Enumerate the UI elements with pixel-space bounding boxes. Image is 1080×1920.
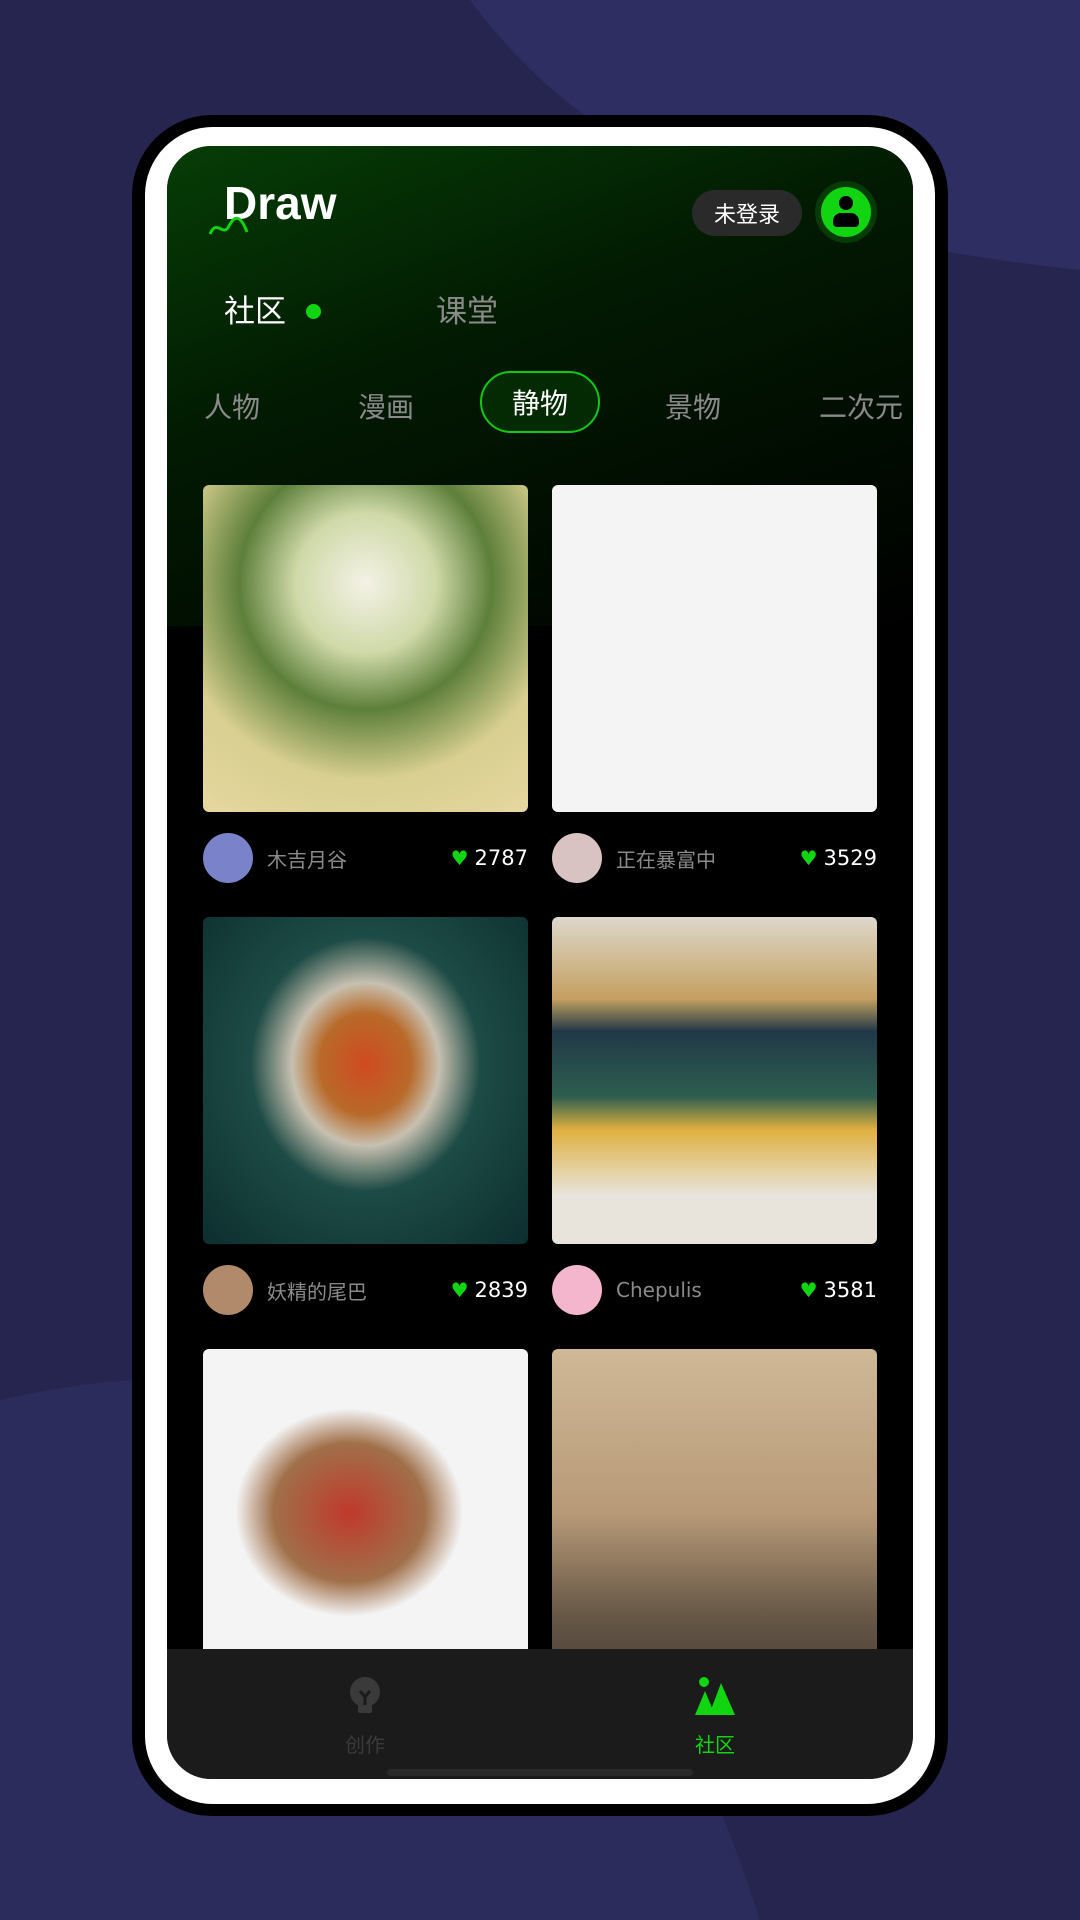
- post-card[interactable]: [203, 1349, 528, 1676]
- heart-icon[interactable]: ♥: [800, 1278, 818, 1302]
- like-count: ♥ 3581: [800, 1278, 877, 1302]
- app-screen: Draw 未登录 社区 课堂 人物 漫画 静物 景物 二次元 木吉月谷 ♥ 2787…: [167, 146, 913, 1779]
- category-comics[interactable]: 漫画: [358, 386, 414, 426]
- post-card[interactable]: 正在暴富中 ♥ 3529: [552, 485, 877, 883]
- avatar[interactable]: [203, 833, 253, 883]
- avatar[interactable]: [203, 1265, 253, 1315]
- home-indicator[interactable]: [387, 1769, 693, 1776]
- nav-label: 社区: [695, 1733, 735, 1757]
- post-card[interactable]: Chepulis ♥ 3581: [552, 917, 877, 1315]
- tab-community[interactable]: 社区: [224, 286, 286, 331]
- avatar[interactable]: [552, 833, 602, 883]
- tab-classroom[interactable]: 课堂: [436, 286, 498, 331]
- category-scenery[interactable]: 景物: [665, 386, 721, 426]
- like-number: 3529: [823, 846, 877, 870]
- post-image[interactable]: [203, 485, 528, 812]
- bottom-nav: 创作 社区: [167, 1649, 913, 1779]
- nav-label: 创作: [345, 1733, 385, 1757]
- username[interactable]: 木吉月谷: [267, 844, 451, 873]
- category-still-life[interactable]: 静物: [480, 371, 600, 433]
- heart-icon[interactable]: ♥: [451, 846, 469, 870]
- active-tab-dot: [306, 304, 321, 319]
- like-number: 2787: [474, 846, 528, 870]
- category-people[interactable]: 人物: [204, 386, 260, 426]
- heart-icon[interactable]: ♥: [451, 1278, 469, 1302]
- like-number: 2839: [474, 1278, 528, 1302]
- post-image[interactable]: [552, 1349, 877, 1676]
- user-icon: [821, 187, 871, 237]
- lightbulb-icon: [350, 1677, 380, 1713]
- logo-squiggle-icon: [208, 216, 249, 235]
- post-image[interactable]: [552, 485, 877, 812]
- post-image[interactable]: [203, 1349, 528, 1676]
- category-anime[interactable]: 二次元: [819, 386, 903, 426]
- community-icon: [695, 1677, 735, 1715]
- nav-create[interactable]: 创作: [305, 1677, 425, 1758]
- like-count: ♥ 2839: [451, 1278, 528, 1302]
- user-avatar-button[interactable]: [815, 181, 877, 243]
- heart-icon[interactable]: ♥: [800, 846, 818, 870]
- username[interactable]: 正在暴富中: [616, 844, 800, 873]
- post-card[interactable]: 木吉月谷 ♥ 2787: [203, 485, 528, 883]
- like-count: ♥ 3529: [800, 846, 877, 870]
- username[interactable]: Chepulis: [616, 1278, 800, 1302]
- post-image[interactable]: [552, 917, 877, 1244]
- like-number: 3581: [823, 1278, 877, 1302]
- post-card[interactable]: [552, 1349, 877, 1676]
- login-button[interactable]: 未登录: [692, 190, 802, 236]
- nav-community[interactable]: 社区: [655, 1677, 775, 1758]
- username[interactable]: 妖精的尾巴: [267, 1276, 451, 1305]
- like-count: ♥ 2787: [451, 846, 528, 870]
- post-card[interactable]: 妖精的尾巴 ♥ 2839: [203, 917, 528, 1315]
- post-image[interactable]: [203, 917, 528, 1244]
- avatar[interactable]: [552, 1265, 602, 1315]
